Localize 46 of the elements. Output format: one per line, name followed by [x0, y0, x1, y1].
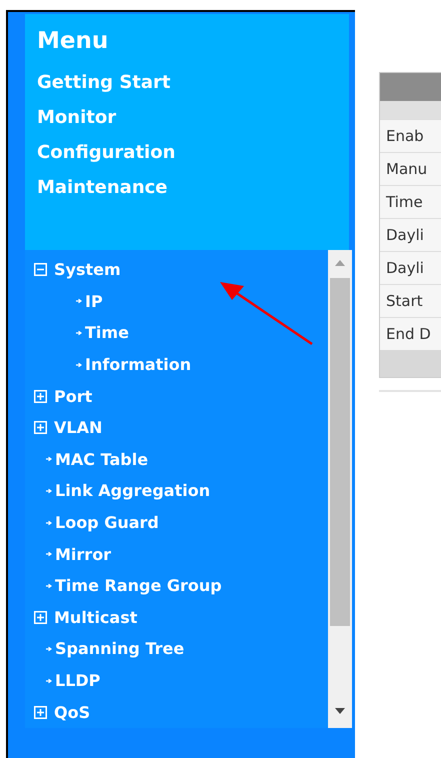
tree-item[interactable]: Time Range Group — [55, 576, 222, 596]
expand-icon[interactable] — [34, 610, 47, 624]
bullet-arrow-icon — [46, 678, 52, 684]
table-cell: Time — [380, 185, 441, 218]
tree-item[interactable]: VLAN — [54, 418, 102, 438]
scroll-thumb[interactable] — [330, 278, 350, 626]
bullet-arrow-icon — [76, 298, 82, 304]
expand-icon[interactable] — [34, 390, 47, 403]
tree-item[interactable]: MAC Table — [55, 450, 148, 469]
bullet-arrow-icon — [76, 330, 82, 336]
table-cell: Dayli — [380, 218, 441, 251]
tree-item[interactable]: IP — [85, 292, 103, 311]
table-cell: End D — [380, 317, 441, 350]
bullet-arrow-icon — [76, 362, 82, 368]
tree-item[interactable]: Information — [85, 355, 192, 374]
menu-item[interactable]: Monitor — [37, 107, 337, 128]
tree-item[interactable]: QoS — [54, 702, 90, 722]
tree-item[interactable]: Link Aggregation — [55, 481, 210, 500]
menu-title: Menu — [37, 28, 110, 54]
bullet-arrow-icon — [46, 520, 52, 526]
table-cell: Start — [380, 284, 441, 317]
tree-item[interactable]: Time — [85, 323, 129, 342]
expand-icon[interactable] — [34, 706, 47, 719]
tree-item[interactable]: Mirror — [55, 544, 112, 564]
scroll-up-icon[interactable] — [335, 260, 345, 266]
bullet-arrow-icon — [46, 646, 52, 652]
table-cell: Dayli — [380, 251, 441, 284]
tree-item[interactable]: Spanning Tree — [55, 639, 184, 658]
table-cell: Enab — [380, 119, 441, 152]
menu-item[interactable]: Configuration — [37, 142, 337, 163]
tree-item[interactable]: LLDP — [55, 671, 100, 690]
bullet-arrow-icon — [46, 582, 52, 589]
tree-item[interactable]: Port — [54, 386, 92, 406]
tree-item[interactable]: Loop Guard — [55, 513, 159, 532]
scrollbar[interactable] — [328, 250, 352, 728]
tree-item[interactable]: System — [54, 260, 121, 280]
collapse-icon[interactable] — [34, 263, 47, 276]
bullet-arrow-icon — [46, 488, 52, 494]
tree-item[interactable]: Multicast — [54, 608, 138, 627]
scroll-down-icon[interactable] — [335, 708, 345, 714]
menu-item[interactable]: Getting Start — [37, 72, 337, 93]
bullet-arrow-icon — [46, 456, 52, 462]
menu-item[interactable]: Maintenance — [37, 177, 337, 198]
bullet-arrow-icon — [46, 551, 52, 558]
expand-icon[interactable] — [34, 421, 47, 434]
table-cell: Manu — [380, 152, 441, 185]
